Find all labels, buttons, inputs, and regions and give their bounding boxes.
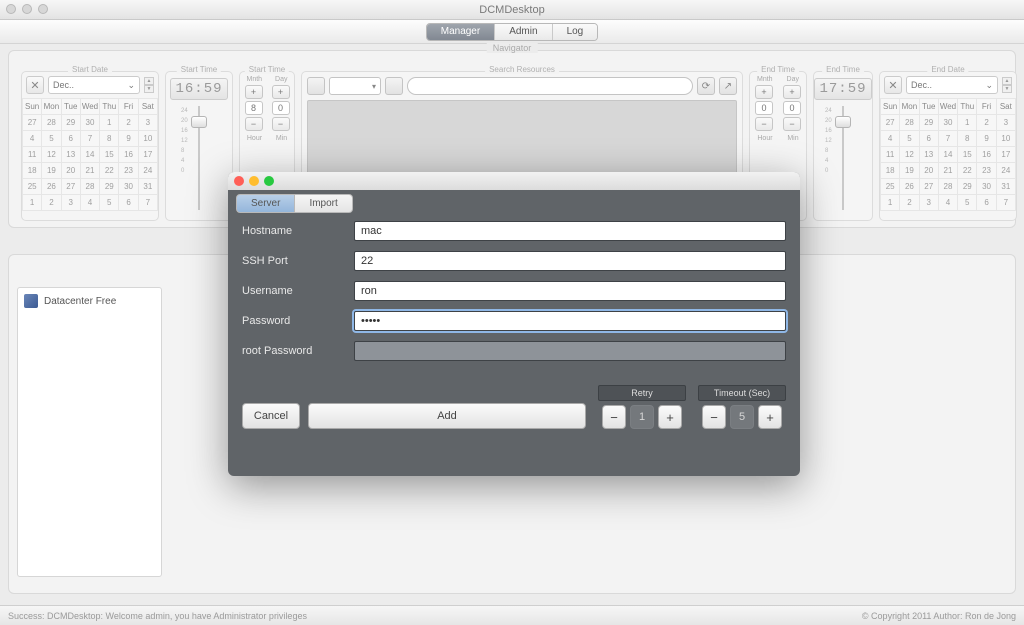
st-day-val: 0	[272, 101, 290, 115]
start-time-lcd-panel: Start Time 16:59 24201612840	[165, 71, 233, 221]
navigator-title: Navigator	[487, 43, 538, 53]
st-month-minus[interactable]: −	[245, 117, 263, 131]
status-right: © Copyright 2011 Author: Ron de Jong	[862, 611, 1016, 621]
et-day-minus[interactable]: −	[783, 117, 801, 131]
et-month-val: 0	[755, 101, 773, 115]
dialog-zoom-icon[interactable]	[264, 176, 274, 186]
dialog-minimize-icon[interactable]	[249, 176, 259, 186]
dialog-titlebar	[228, 172, 800, 190]
dialog-tabs: Server Import	[228, 190, 800, 213]
tree-body: Datacenter Free	[17, 287, 162, 577]
retry-label: Retry	[598, 385, 686, 401]
end-time-display: 17:59	[814, 78, 872, 100]
start-date-year-down[interactable]: ▼	[144, 85, 154, 93]
timeout-plus[interactable]: +	[758, 405, 782, 429]
start-date-title: Start Date	[68, 65, 112, 74]
username-label: Username	[242, 285, 354, 297]
window-titlebar: DCMDesktop	[0, 0, 1024, 20]
tab-import[interactable]: Import	[295, 194, 352, 213]
retry-plus[interactable]: +	[658, 405, 682, 429]
et-month-plus[interactable]: +	[755, 85, 773, 99]
end-time1-title: End Time	[757, 65, 799, 74]
start-date-panel: Start Date ✕ Dec..⌄ ▲▼ SunMonTueWedThuFr…	[21, 71, 159, 221]
window-title: DCMDesktop	[0, 4, 1024, 16]
rootpassword-input[interactable]	[354, 341, 786, 361]
end-time2-title: End Time	[822, 65, 864, 74]
et-day-plus[interactable]: +	[783, 85, 801, 99]
main-tabs-row: Manager Admin Log	[0, 20, 1024, 44]
end-date-month-select[interactable]: Dec..⌄	[906, 76, 998, 94]
username-input[interactable]	[354, 281, 786, 301]
tab-admin[interactable]: Admin	[495, 24, 552, 40]
tree-item-label: Datacenter Free	[44, 296, 116, 307]
end-date-calendar[interactable]: SunMonTueWedThuFriSat2728293012345678910…	[880, 98, 1016, 211]
add-button[interactable]: Add	[308, 403, 586, 429]
timeout-value: 5	[730, 405, 754, 429]
et-month-minus[interactable]: −	[755, 117, 773, 131]
dialog-close-icon[interactable]	[234, 176, 244, 186]
start-date-year-up[interactable]: ▲	[144, 77, 154, 85]
end-date-panel: End Date ✕ Dec..⌄ ▲▼ SunMonTueWedThuFriS…	[879, 71, 1017, 221]
st-day-plus[interactable]: +	[272, 85, 290, 99]
cancel-button[interactable]: Cancel	[242, 403, 300, 429]
timeout-label: Timeout (Sec)	[698, 385, 786, 401]
datacenter-icon	[24, 294, 38, 308]
hostname-label: Hostname	[242, 225, 354, 237]
retry-value: 1	[630, 405, 654, 429]
zoom-window-icon[interactable]	[38, 4, 48, 14]
start-time-slider[interactable]: 24201612840	[179, 106, 219, 210]
end-time-slider[interactable]: 24201612840	[823, 106, 863, 210]
server-form: Hostname SSH Port Username Password root…	[228, 213, 800, 361]
start-time-display: 16:59	[170, 78, 228, 100]
et-day-val: 0	[783, 101, 801, 115]
main-tabs: Manager Admin Log	[426, 23, 599, 41]
tab-manager[interactable]: Manager	[427, 24, 495, 40]
end-date-clear[interactable]: ✕	[884, 76, 902, 94]
timeout-group: Timeout (Sec) − 5 +	[698, 385, 786, 429]
st-day-minus[interactable]: −	[272, 117, 290, 131]
start-date-clear[interactable]: ✕	[26, 76, 44, 94]
main-area: Navigator Start Date ✕ Dec..⌄ ▲▼ SunMonT…	[0, 44, 1024, 605]
status-bar: Success: DCMDesktop: Welcome admin, you …	[0, 605, 1024, 625]
minimize-window-icon[interactable]	[22, 4, 32, 14]
retry-minus[interactable]: −	[602, 405, 626, 429]
sshport-input[interactable]	[354, 251, 786, 271]
server-dialog: Server Import Hostname SSH Port Username…	[228, 172, 800, 476]
sshport-label: SSH Port	[242, 255, 354, 267]
st-month-plus[interactable]: +	[245, 85, 263, 99]
password-label: Password	[242, 315, 354, 327]
dialog-bottom-row: Cancel Add Retry − 1 + Timeout (Sec) − 5…	[228, 371, 800, 429]
tree-item[interactable]: Datacenter Free	[24, 294, 155, 308]
search-title: Search Resources	[485, 65, 559, 74]
tab-server[interactable]: Server	[236, 194, 295, 213]
start-time-title: Start Time	[177, 65, 221, 74]
end-date-year-up[interactable]: ▲	[1002, 77, 1012, 85]
search-refresh-icon[interactable]: ⟳	[697, 77, 715, 95]
search-filter-b[interactable]	[385, 77, 403, 95]
timeout-minus[interactable]: −	[702, 405, 726, 429]
end-date-year-down[interactable]: ▼	[1002, 85, 1012, 93]
retry-group: Retry − 1 +	[598, 385, 686, 429]
close-window-icon[interactable]	[6, 4, 16, 14]
search-input[interactable]	[407, 77, 693, 95]
rootpassword-label: root Password	[242, 345, 354, 357]
status-left: Success: DCMDesktop: Welcome admin, you …	[8, 611, 307, 621]
search-type-select[interactable]: ▾	[329, 77, 381, 95]
hostname-input[interactable]	[354, 221, 786, 241]
password-input[interactable]	[354, 311, 786, 331]
end-time-lcd-panel: End Time 17:59 24201612840	[813, 71, 873, 221]
search-filter-a[interactable]	[307, 77, 325, 95]
search-run-icon[interactable]: ↗	[719, 77, 737, 95]
end-date-title: End Date	[927, 65, 968, 74]
start-date-month-select[interactable]: Dec..⌄	[48, 76, 140, 94]
start-time2-title: Start Time	[245, 65, 289, 74]
start-date-calendar[interactable]: SunMonTueWedThuFriSat2728293012345678910…	[22, 98, 158, 211]
tab-log[interactable]: Log	[553, 24, 598, 40]
st-month-val: 8	[245, 101, 263, 115]
